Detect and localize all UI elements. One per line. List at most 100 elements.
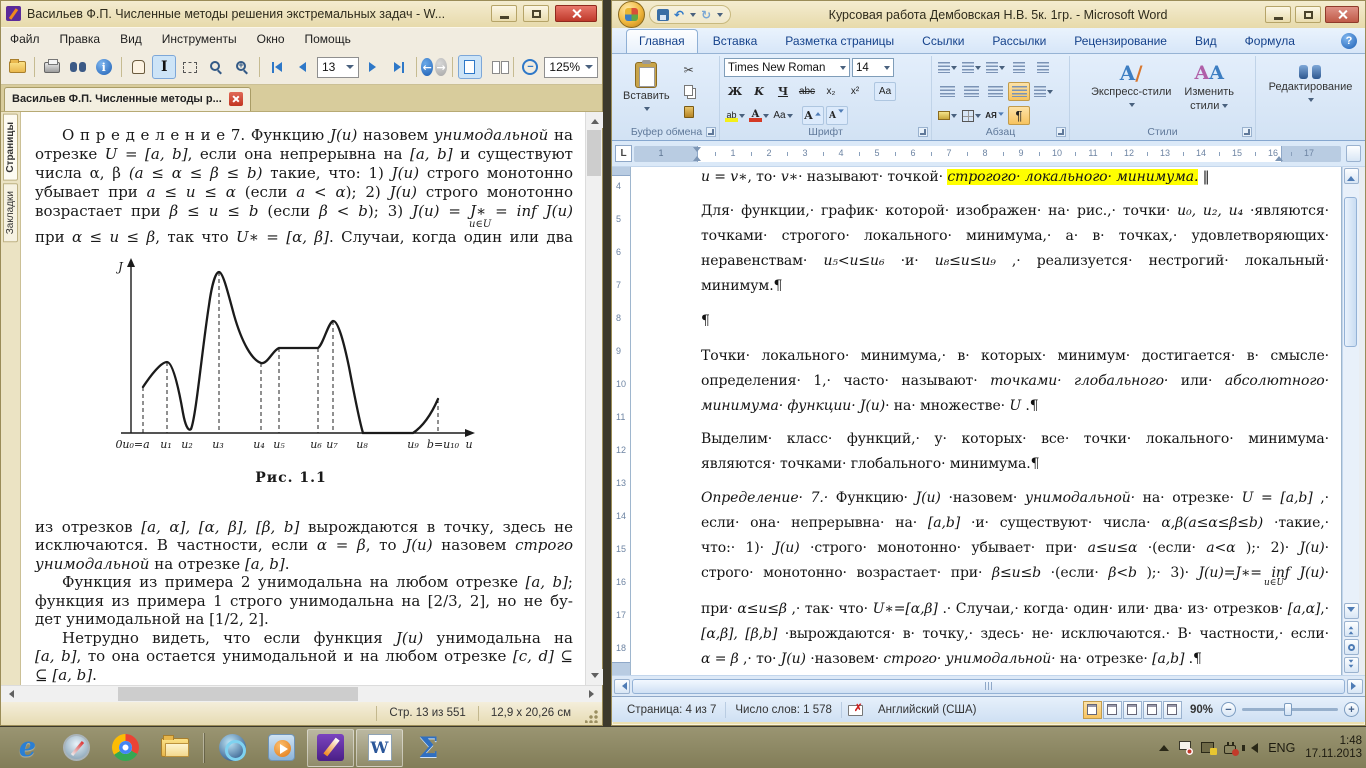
chrome-taskbar-button[interactable]	[102, 729, 149, 767]
clear-formatting-button[interactable]: Аа	[874, 82, 896, 101]
facing-pages-layout-button[interactable]	[484, 55, 508, 79]
info-button[interactable]: i	[92, 55, 116, 79]
bold-button[interactable]: Ж	[724, 82, 746, 101]
zoom-in-icon[interactable]: +	[1344, 702, 1359, 717]
underline-button[interactable]: Ч	[772, 82, 794, 101]
font-color-button[interactable]: А	[748, 106, 770, 125]
zoom-out-tool-button[interactable]	[204, 55, 228, 79]
word-maximize-button[interactable]	[1295, 6, 1321, 23]
language-switcher[interactable]: ENG	[1268, 741, 1295, 755]
sort-button[interactable]: АЯ	[984, 106, 1006, 125]
next-page-browse-button[interactable]	[1343, 657, 1359, 673]
select-browse-object-button[interactable]	[1343, 639, 1359, 655]
change-case-button[interactable]: Aa	[772, 106, 794, 125]
zoom-in-tool-button[interactable]	[230, 55, 254, 79]
word-minimize-button[interactable]	[1265, 6, 1291, 23]
ribbon-tab-разметка-страницы[interactable]: Разметка страницы	[772, 29, 907, 53]
align-center-button[interactable]	[960, 82, 982, 101]
menu-item-правка[interactable]: Правка	[60, 32, 101, 46]
ribbon-tab-вставка[interactable]: Вставка	[700, 29, 771, 53]
show-formatting-marks-button[interactable]: ¶	[1008, 106, 1030, 125]
align-right-button[interactable]	[984, 82, 1006, 101]
ribbon-tab-главная[interactable]: Главная	[626, 29, 698, 53]
paste-button[interactable]: Вставить	[618, 58, 675, 118]
action-center-icon[interactable]	[1179, 741, 1194, 755]
word-hscroll-thumb[interactable]	[632, 678, 1345, 694]
sidebar-tab-pages[interactable]: Страницы	[3, 113, 18, 181]
zoom-out-button[interactable]: −	[518, 55, 542, 79]
language-indicator[interactable]: Английский (США)	[869, 702, 986, 718]
vertical-ruler[interactable]: 4 5 6 7 8 9 10 11 12 13 14 15 16 17 18	[612, 167, 630, 675]
djvu-vertical-scrollbar[interactable]	[585, 111, 603, 686]
font-name-select[interactable]: Times New Roman	[724, 58, 850, 77]
justify-button[interactable]	[1008, 82, 1030, 101]
show-hidden-icons-icon[interactable]	[1159, 740, 1170, 751]
font-dialog-launcher[interactable]	[918, 127, 928, 137]
menu-item-окно[interactable]: Окно	[257, 32, 285, 46]
print-button[interactable]	[40, 55, 64, 79]
previous-page-button[interactable]	[291, 55, 315, 79]
outline-view-button[interactable]	[1142, 700, 1162, 719]
change-styles-button[interactable]: AA Изменить стили	[1179, 58, 1239, 116]
word-titlebar[interactable]: ↶ ↻ Курсовая работа Дембовская Н.В. 5к. …	[612, 1, 1365, 28]
web-layout-view-button[interactable]	[1122, 700, 1142, 719]
menu-item-вид[interactable]: Вид	[120, 32, 142, 46]
open-file-button[interactable]	[5, 55, 29, 79]
word-taskbar-button[interactable]: W	[356, 728, 403, 767]
page-count-indicator[interactable]: Страница: 4 из 7	[618, 701, 727, 718]
paragraph-dialog-launcher[interactable]	[1056, 127, 1066, 137]
internet-explorer-taskbar-button[interactable]: e	[4, 729, 51, 767]
font-size-select[interactable]: 14	[852, 58, 894, 77]
last-page-button[interactable]	[387, 55, 411, 79]
zoom-slider-thumb[interactable]	[1284, 703, 1292, 716]
media-player-taskbar-button[interactable]	[258, 729, 305, 767]
clipboard-dialog-launcher[interactable]	[706, 127, 716, 137]
copy-button[interactable]	[678, 81, 700, 100]
office-button[interactable]	[618, 1, 645, 28]
next-page-button[interactable]	[361, 55, 385, 79]
print-layout-view-button[interactable]	[1082, 700, 1102, 719]
word-close-button[interactable]	[1325, 6, 1359, 23]
word-scroll-up-icon[interactable]	[1343, 168, 1359, 184]
clock[interactable]: 1:48 17.11.2013	[1305, 735, 1362, 761]
djvu-close-button[interactable]	[555, 5, 597, 23]
scroll-up-icon[interactable]	[586, 111, 603, 128]
right-indent-marker[interactable]	[1275, 152, 1283, 161]
ribbon-tab-ссылки[interactable]: Ссылки	[909, 29, 977, 53]
format-painter-button[interactable]	[678, 102, 700, 121]
zoom-level-indicator[interactable]: 90%	[1182, 704, 1221, 716]
mathtype-taskbar-button[interactable]: Σ	[405, 729, 452, 767]
first-page-button[interactable]	[265, 55, 289, 79]
djvu-titlebar[interactable]: Васильев Ф.П. Численные методы решения э…	[1, 1, 602, 27]
tab-close-icon[interactable]	[228, 92, 243, 107]
word-count-indicator[interactable]: Число слов: 1 578	[726, 701, 842, 718]
menu-item-инструменты[interactable]: Инструменты	[162, 32, 237, 46]
editing-button[interactable]: Редактирование	[1264, 58, 1358, 109]
shrink-font-button[interactable]: А	[826, 106, 848, 125]
windjview-taskbar-button[interactable]	[307, 728, 354, 767]
superscript-button[interactable]: x²	[844, 82, 866, 101]
previous-page-browse-button[interactable]	[1343, 621, 1359, 637]
redo-icon[interactable]: ↻	[701, 9, 711, 21]
undo-dropdown-icon[interactable]	[690, 12, 697, 20]
rect-select-tool-button[interactable]	[178, 55, 202, 79]
menu-item-помощь[interactable]: Помощь	[305, 32, 351, 46]
power-status-icon[interactable]	[1224, 741, 1240, 756]
text-select-tool-button[interactable]: I	[152, 55, 177, 80]
media-app-taskbar-button[interactable]	[209, 729, 256, 767]
document-tab[interactable]: Васильев Ф.П. Численные методы р...	[4, 86, 251, 111]
word-scroll-down-icon[interactable]	[1343, 603, 1359, 619]
zoom-slider[interactable]	[1242, 703, 1338, 716]
help-icon[interactable]: ?	[1341, 33, 1357, 49]
scroll-down-icon[interactable]	[586, 669, 603, 686]
subscript-button[interactable]: x₂	[820, 82, 842, 101]
volume-icon[interactable]	[1242, 742, 1259, 753]
styles-dialog-launcher[interactable]	[1242, 127, 1252, 137]
grow-font-button[interactable]: А	[802, 106, 824, 125]
save-icon[interactable]	[657, 8, 669, 21]
scroll-left-icon[interactable]	[1, 686, 18, 703]
ribbon-tab-формула[interactable]: Формула	[1232, 29, 1308, 53]
ribbon-tab-рассылки[interactable]: Рассылки	[979, 29, 1059, 53]
decrease-indent-button[interactable]	[1008, 58, 1030, 77]
tab-stop-selector[interactable]: L	[615, 145, 632, 162]
